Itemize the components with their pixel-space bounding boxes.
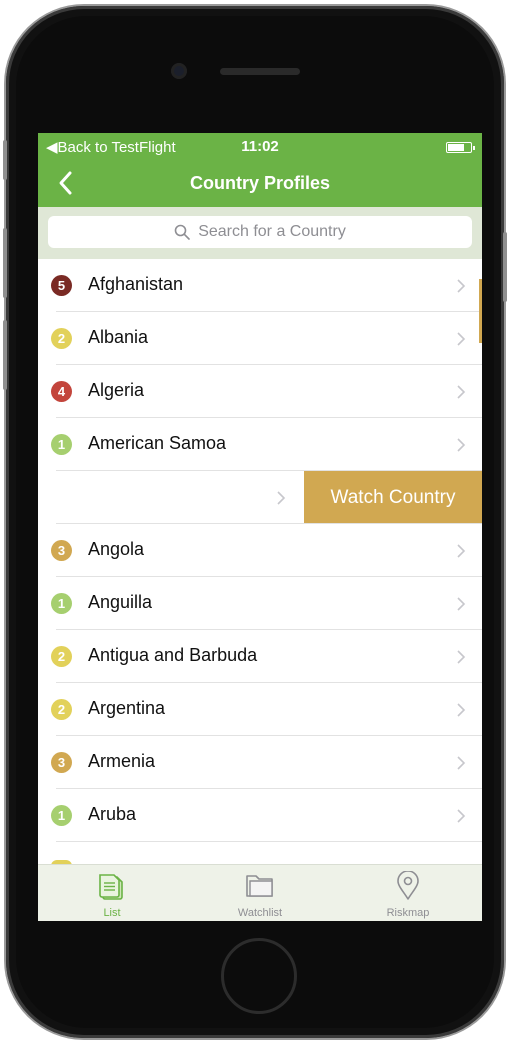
country-name: Antigua and Barbuda — [88, 645, 258, 665]
swiped-list-item[interactable]: Watch Country — [38, 471, 482, 524]
app-screen: ◀Back to TestFlight 11:02 Country Profil… — [38, 133, 482, 921]
tab-list[interactable]: List — [38, 865, 186, 921]
map-pin-icon — [397, 871, 419, 900]
list-item[interactable]: 1 Aruba — [38, 789, 482, 842]
list-item[interactable]: 3 Armenia — [38, 736, 482, 789]
chevron-right-icon — [457, 756, 466, 770]
country-list: 5 Afghanistan 2 Albania 4 Algeria 1 Amer… — [38, 259, 482, 842]
power-button — [503, 232, 507, 302]
risk-badge: 1 — [51, 434, 72, 455]
country-name: Algeria — [88, 380, 145, 400]
country-name: Angola — [88, 539, 145, 559]
tab-watchlist[interactable]: Watchlist — [186, 865, 334, 921]
risk-badge: 3 — [51, 540, 72, 561]
risk-badge: 2 — [51, 328, 72, 349]
tab-list-label: List — [103, 907, 121, 919]
swipe-action-edge — [479, 279, 482, 343]
chevron-right-icon — [277, 491, 286, 505]
risk-badge: 1 — [51, 805, 72, 826]
risk-badge: 4 — [51, 381, 72, 402]
mute-switch — [3, 140, 7, 180]
status-time: 11:02 — [241, 138, 279, 155]
search-input[interactable]: Search for a Country — [48, 216, 472, 248]
list-item[interactable]: 1 American Samoa — [38, 418, 482, 471]
chevron-right-icon — [457, 279, 466, 293]
chevron-right-icon — [457, 597, 466, 611]
risk-badge: 2 — [51, 699, 72, 720]
risk-badge: 1 — [51, 593, 72, 614]
chevron-right-icon — [457, 544, 466, 558]
list-item[interactable]: 2 Albania — [38, 312, 482, 365]
nav-bar: Country Profiles — [38, 161, 482, 207]
risk-badge: 2 — [51, 646, 72, 667]
volume-up-button — [3, 228, 7, 298]
list-item[interactable]: 1 Anguilla — [38, 577, 482, 630]
country-name: Anguilla — [88, 592, 153, 612]
tab-riskmap-label: Riskmap — [386, 907, 430, 919]
country-name: Armenia — [88, 751, 156, 771]
battery-icon — [446, 142, 475, 153]
volume-down-button — [3, 320, 7, 390]
tab-bar: List Watchlist Riskmap — [38, 864, 482, 921]
list-item[interactable]: 2 Argentina — [38, 683, 482, 736]
chevron-right-icon — [457, 332, 466, 346]
search-bar: Search for a Country — [38, 207, 482, 259]
country-name: Albania — [88, 327, 149, 347]
earpiece-speaker — [220, 68, 300, 75]
list-document-icon — [99, 874, 123, 900]
search-placeholder: Search for a Country — [198, 223, 346, 240]
tab-riskmap[interactable]: Riskmap — [334, 865, 482, 921]
list-item[interactable]: 2 Antigua and Barbuda — [38, 630, 482, 683]
home-button[interactable] — [221, 938, 297, 1014]
country-name: American Samoa — [88, 433, 227, 453]
chevron-right-icon — [457, 703, 466, 717]
front-camera — [171, 63, 187, 79]
chevron-right-icon — [457, 650, 466, 664]
risk-badge: 3 — [51, 752, 72, 773]
tab-watchlist-label: Watchlist — [237, 907, 283, 919]
country-name: Afghanistan — [88, 274, 184, 294]
chevron-right-icon — [457, 385, 466, 399]
page-title: Country Profiles — [189, 173, 331, 193]
chevron-right-icon — [457, 809, 466, 823]
folder-icon — [246, 875, 273, 897]
status-bar: ◀Back to TestFlight 11:02 — [38, 133, 482, 161]
search-icon — [174, 224, 190, 240]
list-item[interactable]: 5 Afghanistan — [38, 259, 482, 312]
list-item[interactable]: 4 Algeria — [38, 365, 482, 418]
list-item[interactable]: 3 Angola — [38, 524, 482, 577]
country-name: Argentina — [88, 698, 166, 718]
risk-badge: 5 — [51, 275, 72, 296]
chevron-right-icon — [457, 438, 466, 452]
country-name: Aruba — [88, 804, 137, 824]
watch-country-button[interactable]: Watch Country — [304, 471, 482, 524]
